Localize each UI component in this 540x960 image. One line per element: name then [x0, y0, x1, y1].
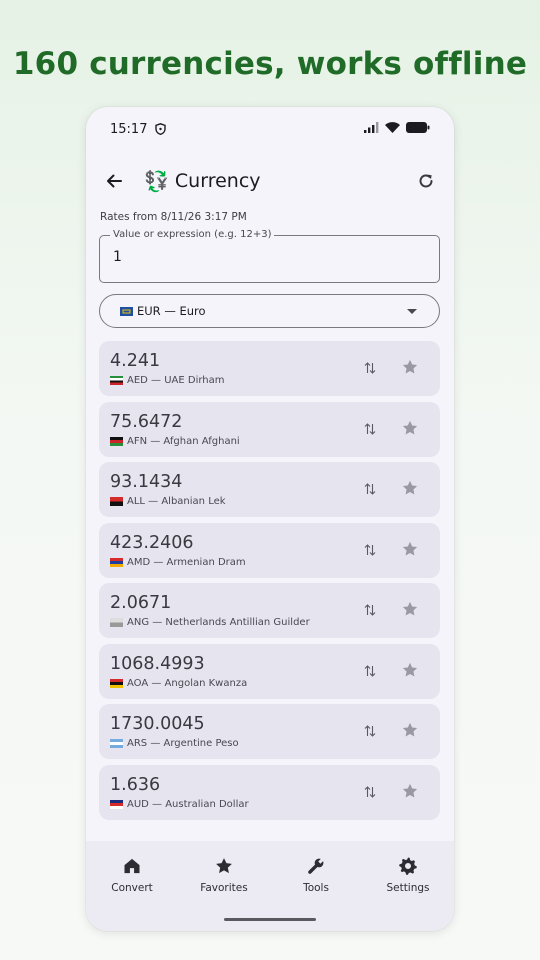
rate-currency-label: AMD — Armenian Dram: [127, 556, 246, 568]
flag-icon: [110, 739, 123, 748]
flag-icon: [110, 618, 123, 627]
flag-icon: [110, 557, 123, 567]
rate-value: 93.1434: [110, 472, 183, 492]
status-time: 15:17: [110, 121, 148, 137]
favorite-star-icon[interactable]: [401, 479, 419, 501]
status-icons: [364, 121, 430, 137]
rate-currency-label: AED — UAE Dirham: [127, 375, 225, 386]
battery-icon: [406, 121, 430, 137]
swap-icon[interactable]: [364, 784, 376, 803]
rate-value: 75.6472: [110, 411, 183, 432]
rate-currency: ARS — Argentine Peso: [110, 738, 239, 749]
nav-item-settings[interactable]: Settings: [362, 841, 454, 931]
swap-icon[interactable]: [364, 723, 376, 742]
favorite-star-icon[interactable]: [401, 358, 419, 380]
nav-label: Settings: [386, 882, 430, 894]
rate-card[interactable]: 1068.4993 AOA — Angolan Kwanza: [99, 643, 440, 699]
app-bar: 💱 Currency: [86, 163, 454, 199]
flag-icon: [110, 376, 123, 385]
nav-label: Favorites: [200, 882, 248, 894]
gear-icon: [398, 855, 418, 877]
status-bar: 15:17: [86, 107, 454, 151]
swap-icon[interactable]: [364, 663, 376, 682]
chevron-down-icon: [407, 308, 417, 314]
swap-icon[interactable]: [364, 421, 376, 440]
rate-value: 423.2406: [110, 532, 194, 553]
favorite-star-icon[interactable]: [401, 721, 419, 743]
rate-card[interactable]: 2.0671 ANG — Netherlands Antillian Guild…: [99, 583, 440, 638]
favorite-star-icon[interactable]: [401, 782, 419, 804]
rate-card[interactable]: 93.1434 ALL — Albanian Lek: [99, 462, 440, 517]
wrench-icon: [306, 855, 326, 877]
eu-flag-icon: [120, 306, 133, 316]
favorite-star-icon[interactable]: [401, 540, 419, 562]
base-currency-select[interactable]: EUR — Euro: [99, 294, 440, 328]
rate-currency: ANG — Netherlands Antillian Guilder: [110, 617, 310, 628]
value-field[interactable]: Value or expression (e.g. 12+3) 1: [99, 229, 440, 283]
rate-currency-label: AOA — Angolan Kwanza: [127, 677, 248, 689]
base-currency-label: EUR — Euro: [137, 304, 206, 318]
rate-value: 1068.4993: [110, 653, 205, 674]
currency-exchange-icon: 💱: [144, 169, 169, 193]
rate-card[interactable]: 4.241 AED — UAE Dirham: [99, 341, 440, 396]
rate-currency-label: ANG — Netherlands Antillian Guilder: [127, 617, 310, 628]
rate-currency: AFN — Afghan Afghani: [110, 436, 240, 447]
nav-label: Tools: [303, 882, 329, 894]
headline: 160 currencies, works offline: [12, 46, 528, 82]
signal-icon: [364, 121, 379, 137]
wifi-icon: [385, 121, 400, 137]
rate-value: 1.636: [110, 774, 161, 795]
favorite-star-icon[interactable]: [401, 419, 419, 441]
nav-item-convert[interactable]: Convert: [86, 841, 178, 931]
favorite-star-icon[interactable]: [401, 661, 419, 683]
rate-currency-label: ARS — Argentine Peso: [127, 738, 239, 749]
rate-card[interactable]: 1730.0045 ARS — Argentine Peso: [99, 704, 440, 759]
rate-currency-label: ALL — Albanian Lek: [127, 496, 226, 507]
phone-screen: 15:17 💱 Currency Rates from 8/11/26 3:17…: [86, 107, 454, 931]
rate-currency: AMD — Armenian Dram: [110, 557, 246, 568]
swap-icon[interactable]: [364, 602, 376, 621]
value-input[interactable]: 1: [113, 249, 413, 265]
back-icon[interactable]: [100, 167, 128, 195]
refresh-icon[interactable]: [412, 167, 440, 195]
home-indicator[interactable]: [224, 918, 316, 921]
rate-currency-label: AUD — Australian Dollar: [127, 798, 249, 810]
nav-label: Convert: [111, 882, 153, 894]
rate-card[interactable]: 75.6472 AFN — Afghan Afghani: [99, 401, 440, 457]
shield-icon: [155, 123, 167, 135]
value-field-label: Value or expression (e.g. 12+3): [110, 229, 275, 240]
rate-currency: ALL — Albanian Lek: [110, 496, 226, 507]
flag-icon: [110, 799, 123, 809]
rate-card[interactable]: 1.636 AUD — Australian Dollar: [99, 764, 440, 820]
star-icon: [214, 855, 234, 877]
rate-currency: AOA — Angolan Kwanza: [110, 678, 247, 689]
flag-icon: [110, 497, 123, 506]
rate-currency: AED — UAE Dirham: [110, 375, 225, 386]
rate-value: 4.241: [110, 351, 161, 371]
page-title: Currency: [174, 170, 261, 192]
flag-icon: [110, 436, 123, 446]
flag-icon: [110, 678, 123, 688]
rate-currency-label: AFN — Afghan Afghani: [127, 435, 240, 447]
rate-list: 4.241 AED — UAE Dirham 75.6472 AFN — Afg…: [99, 341, 440, 825]
rate-value: 2.0671: [110, 593, 172, 613]
rate-currency: AUD — Australian Dollar: [110, 799, 249, 810]
swap-icon[interactable]: [364, 360, 376, 379]
rates-timestamp: Rates from 8/11/26 3:17 PM: [100, 211, 247, 223]
home-icon: [122, 855, 142, 877]
rate-card[interactable]: 423.2406 AMD — Armenian Dram: [99, 522, 440, 578]
favorite-star-icon[interactable]: [401, 600, 419, 622]
rate-value: 1730.0045: [110, 714, 205, 734]
swap-icon[interactable]: [364, 542, 376, 561]
swap-icon[interactable]: [364, 481, 376, 500]
